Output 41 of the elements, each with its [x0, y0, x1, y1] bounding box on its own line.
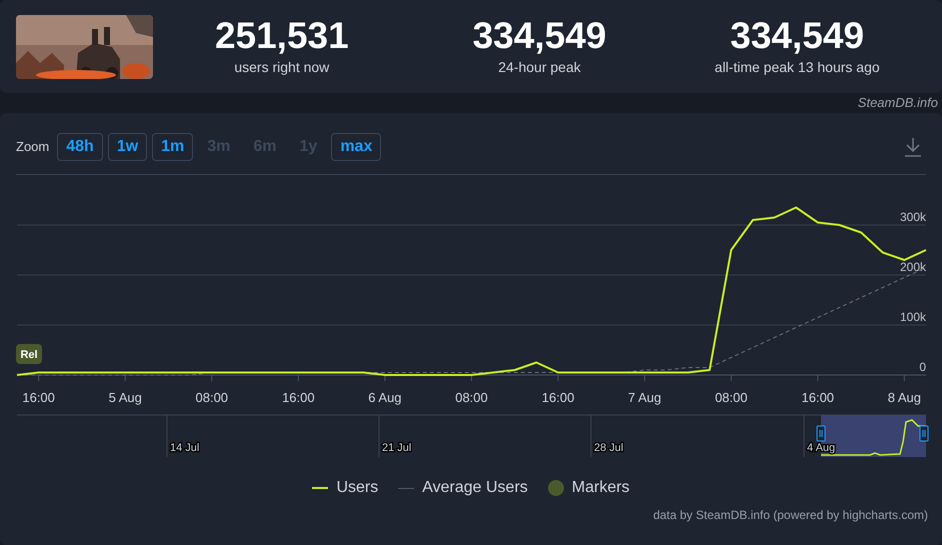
legend-item[interactable]: Markers	[548, 476, 630, 500]
stat-value: 251,531	[214, 15, 349, 57]
zoom-button[interactable]: 48h	[57, 132, 103, 160]
x-axis-label: 16:00	[542, 390, 574, 405]
zoom-label: Zoom	[16, 138, 50, 156]
legend-item[interactable]: Average Users	[398, 476, 528, 500]
x-axis-label: 16:00	[802, 390, 834, 405]
x-axis-label: 16:00	[282, 390, 315, 405]
y-axis-label: 200k	[900, 260, 926, 274]
x-axis-label: 8 Aug	[888, 390, 921, 405]
line-swatch-icon	[312, 487, 328, 489]
annotation: Rel	[20, 349, 38, 361]
download-icon[interactable]	[904, 136, 922, 156]
range-handle[interactable]	[816, 426, 826, 442]
y-axis-label: 300k	[900, 210, 926, 224]
stat-label: all-time peak 13 hours ago	[714, 58, 880, 77]
x-axis-label: 7 Aug	[628, 390, 662, 405]
navigator-date: 4 Aug	[807, 442, 836, 454]
stat-label: users right now	[234, 58, 330, 77]
y-axis-label: 0	[919, 360, 926, 374]
x-axis-label: 6 Aug	[368, 390, 402, 405]
stat-value: 334,549	[472, 15, 606, 57]
navigator-date: 28 Jul	[594, 442, 624, 454]
stat-label: 24-hour peak	[498, 58, 581, 77]
y-axis-label: 100k	[900, 310, 926, 324]
zoom-button[interactable]: 1w	[108, 132, 148, 160]
legend-item[interactable]: Users	[312, 476, 378, 500]
credit-text: data by SteamDB.info (powered by highcharts.com)	[653, 507, 928, 524]
x-axis-label: 08:00	[714, 390, 748, 405]
range-handle[interactable]	[920, 426, 928, 442]
x-axis-label: 5 Aug	[108, 390, 142, 405]
source-label: SteamDB.info	[858, 94, 938, 112]
navigator-date: 21 Jul	[382, 442, 412, 454]
navigator-date: 14 Jul	[170, 442, 200, 454]
zoom-button[interactable]: 1m	[152, 132, 194, 160]
x-axis-label: 16:00	[22, 390, 55, 405]
x-axis-label: 08:00	[196, 390, 228, 405]
zoom-button[interactable]: max	[331, 132, 382, 160]
x-axis-label: 08:00	[455, 390, 488, 405]
stat-value: 334,549	[730, 15, 864, 57]
marker-flag[interactable]: Rel	[16, 344, 42, 364]
